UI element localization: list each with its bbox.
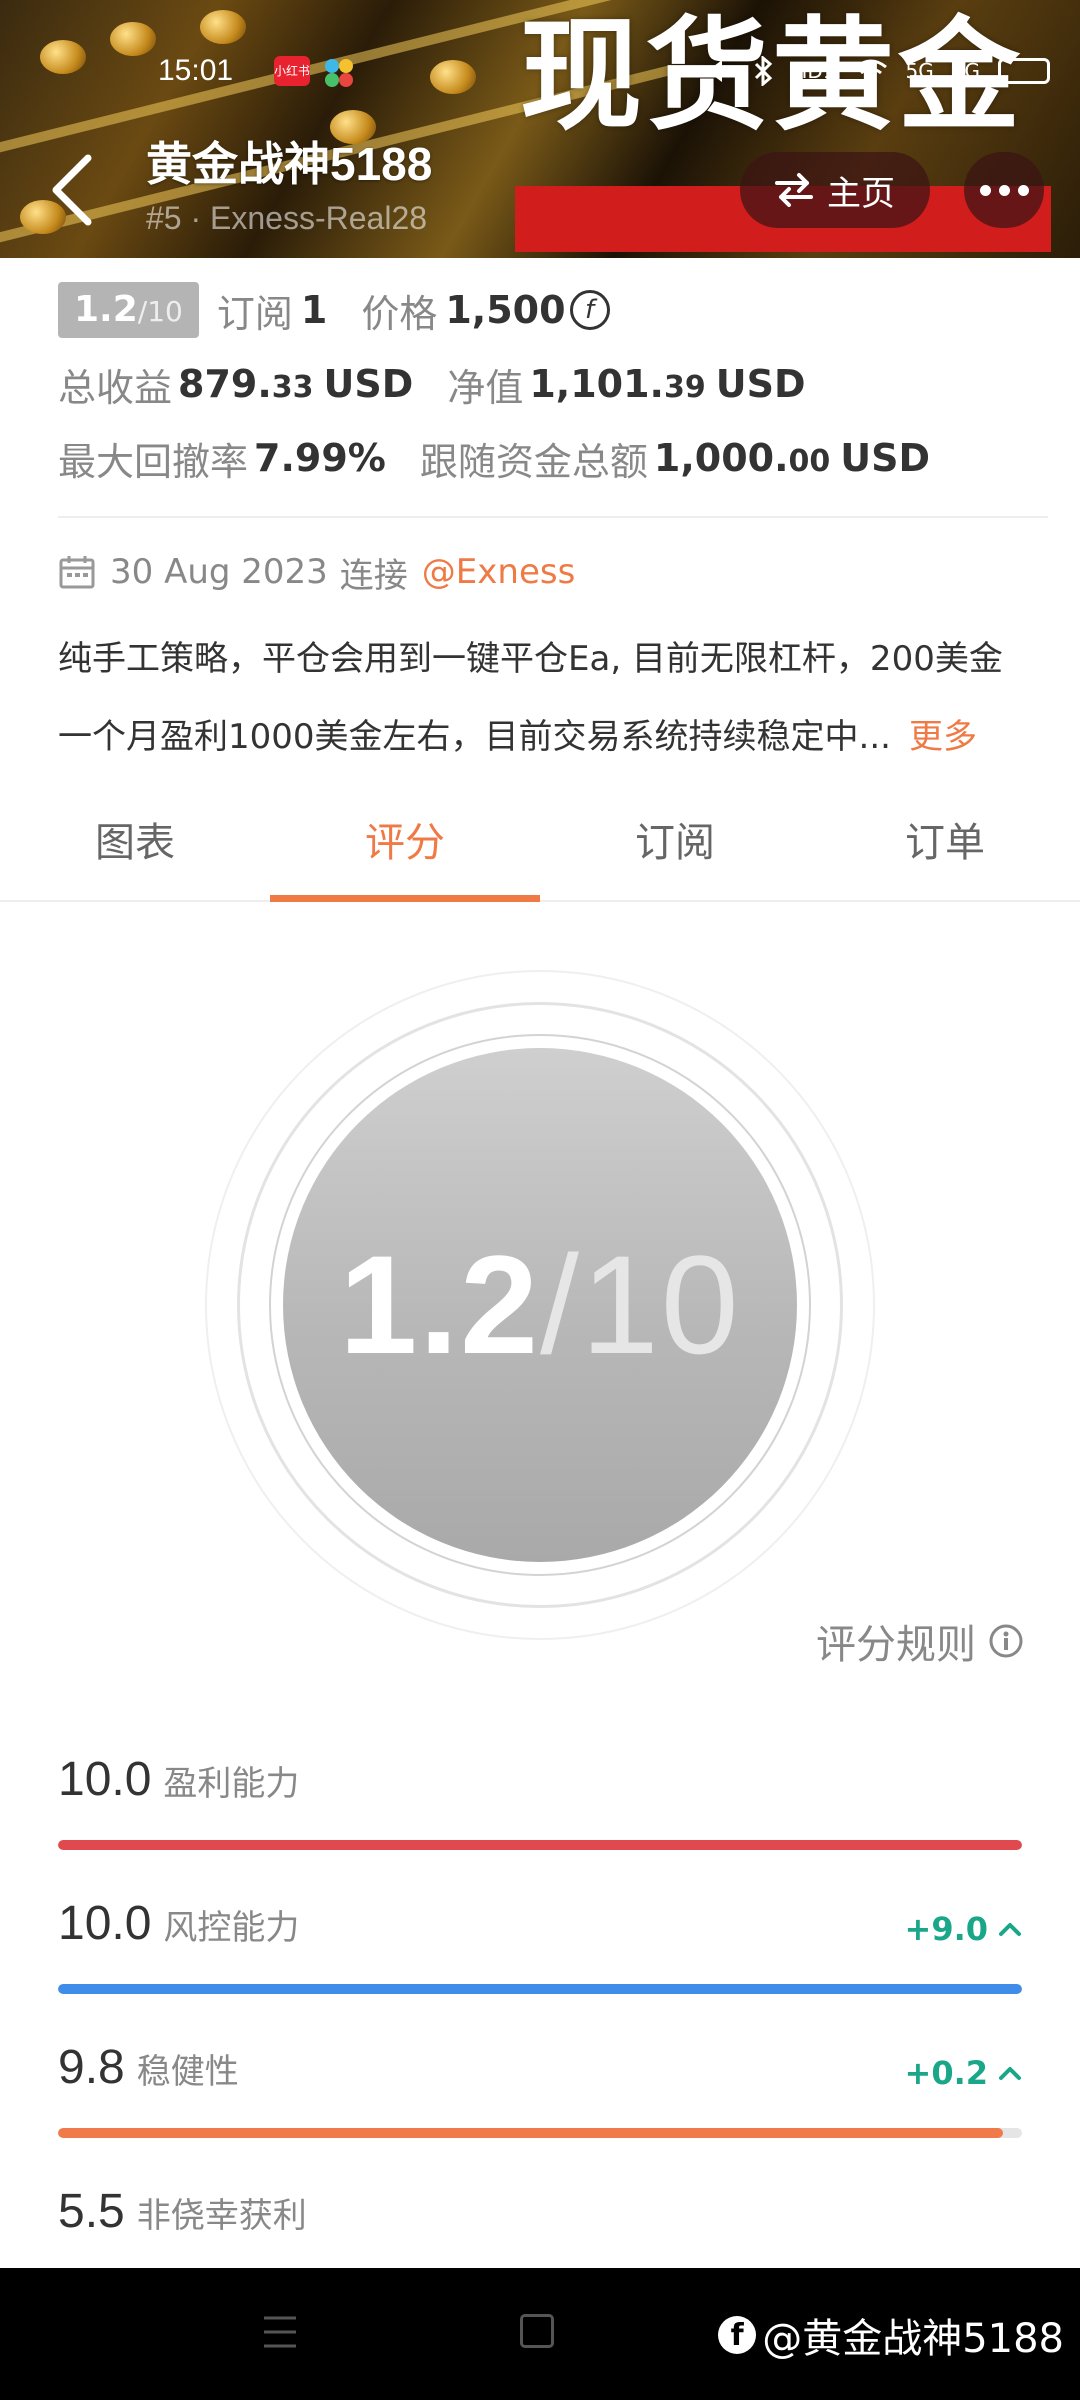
tab-subscribe[interactable]: 订阅 bbox=[540, 798, 810, 900]
metric-score: 10.0 bbox=[58, 1897, 152, 1950]
description-line: 纯手工策略，平仓会用到一键平仓Ea, 目前无限杠杆，200美金 bbox=[58, 639, 1003, 679]
divider bbox=[58, 516, 1048, 518]
mute-icon bbox=[708, 60, 723, 82]
equity-value: 1,101.39 bbox=[529, 362, 706, 406]
status-time: 15:01 bbox=[158, 54, 234, 87]
metric-bar bbox=[58, 1984, 1022, 1994]
metric-delta: +0.2 bbox=[905, 2054, 1023, 2092]
metric-risk-control: 10.0 风控能力 +9.0 bbox=[58, 1896, 1023, 1994]
tab-orders[interactable]: 订单 bbox=[810, 798, 1080, 900]
metric-score: 5.5 bbox=[58, 2185, 125, 2238]
more-options-button[interactable] bbox=[964, 152, 1044, 228]
broker-link[interactable]: @Exness bbox=[422, 552, 576, 592]
metric-stability: 9.8 稳健性 +0.2 bbox=[58, 2040, 1023, 2138]
status-icons: HD1 5G 4G bbox=[704, 56, 1050, 86]
profit-row: 总收益 879.33 USD 净值 1,101.39 USD bbox=[58, 354, 806, 414]
connection-date: 30 Aug 2023 bbox=[110, 552, 328, 592]
metric-label: 稳健性 bbox=[136, 2052, 239, 2092]
watermark-text: @黄金战神5188 bbox=[762, 2316, 1064, 2362]
home-nav-icon[interactable] bbox=[520, 2314, 554, 2348]
network-4g: 4G bbox=[951, 59, 980, 83]
subscribe-count: 1 bbox=[300, 288, 328, 332]
watermark: f @黄金战神5188 bbox=[718, 2306, 1064, 2364]
drawdown-value: 7.99% bbox=[254, 436, 386, 480]
xiaohongshu-icon: 小红书 bbox=[274, 56, 310, 86]
subscribe-label: 订阅 bbox=[216, 291, 293, 336]
tab-bar: 图表 评分 订阅 订单 bbox=[0, 798, 1080, 902]
recent-apps-icon[interactable] bbox=[262, 2312, 298, 2352]
score-badge-denominator: /10 bbox=[137, 295, 183, 328]
calendar-icon bbox=[59, 556, 95, 589]
drawdown-label: 最大回撤率 bbox=[58, 439, 249, 484]
info-icon bbox=[989, 1624, 1023, 1658]
drawdown-row: 最大回撤率 7.99% 跟随资金总额 1,000.00 USD bbox=[58, 428, 930, 488]
home-button-label: 主页 bbox=[827, 173, 895, 214]
score-badge-value: 1.2 bbox=[74, 289, 138, 330]
facebook-icon: f bbox=[718, 2316, 757, 2354]
score-badge: 1.2 /10 bbox=[58, 282, 199, 338]
metric-non-luck-profit: 5.5 非侥幸获利 bbox=[58, 2184, 1022, 2244]
score-circle: 1.2/10 bbox=[283, 1048, 797, 1562]
back-arrow-icon[interactable] bbox=[44, 150, 104, 230]
network-5g: 5G bbox=[905, 59, 934, 83]
metric-score: 9.8 bbox=[58, 2041, 125, 2094]
status-bar: 15:01 小红书 HD1 5G 4G bbox=[0, 50, 1080, 96]
home-button[interactable]: 主页 bbox=[740, 152, 930, 228]
price-label: 价格 bbox=[361, 291, 438, 336]
summary-row: 1.2 /10 订阅 1 价格 1,500 f bbox=[58, 280, 610, 340]
dot-icon bbox=[1017, 184, 1029, 196]
rating-rules-label: 评分规则 bbox=[816, 1622, 976, 1668]
follow-funds-label: 跟随资金总额 bbox=[419, 439, 648, 484]
metric-profitability: 10.0 盈利能力 bbox=[58, 1752, 1022, 1850]
wifi-icon bbox=[854, 59, 887, 81]
price-value: 1,500 bbox=[445, 288, 566, 332]
more-link[interactable]: 更多 bbox=[909, 717, 977, 757]
metric-delta: +9.0 bbox=[905, 1910, 1023, 1948]
connect-label: 连接 bbox=[339, 555, 408, 596]
system-nav-bar: f @黄金战神5188 bbox=[0, 2268, 1080, 2400]
coin-icon: f bbox=[569, 290, 610, 330]
swap-icon bbox=[775, 173, 813, 207]
strategy-description: 纯手工策略，平仓会用到一键平仓Ea, 目前无限杠杆，200美金 一个月盈利100… bbox=[58, 620, 1048, 776]
metric-label: 风控能力 bbox=[163, 1908, 300, 1948]
profit-unit: USD bbox=[323, 362, 414, 406]
metric-label: 盈利能力 bbox=[163, 1764, 300, 1804]
equity-label: 净值 bbox=[447, 365, 524, 410]
score-dial: 1.2/10 bbox=[205, 970, 875, 1640]
equity-unit: USD bbox=[715, 362, 806, 406]
follow-funds-unit: USD bbox=[840, 436, 931, 480]
profit-label: 总收益 bbox=[58, 365, 173, 410]
hd-indicator: HD1 bbox=[792, 59, 836, 83]
banner-decoration bbox=[200, 10, 246, 44]
metric-score: 10.0 bbox=[58, 1753, 152, 1806]
tab-rating[interactable]: 评分 bbox=[270, 798, 540, 902]
metric-bar bbox=[58, 1840, 1022, 1850]
dot-icon bbox=[998, 184, 1010, 196]
header-banner: 现货黄金 15:01 小红书 HD1 5G 4G 黄金战神5188 #5 · E… bbox=[0, 0, 1080, 258]
connection-info: 30 Aug 2023 连接 @Exness bbox=[58, 546, 575, 598]
tab-chart[interactable]: 图表 bbox=[0, 798, 270, 900]
dot-icon bbox=[979, 184, 991, 196]
chevron-up-icon bbox=[999, 2067, 1021, 2080]
metric-bar-fill bbox=[58, 1840, 1022, 1850]
battery-icon bbox=[998, 58, 1050, 84]
rating-rules-link[interactable]: 评分规则 bbox=[816, 1612, 1024, 1670]
chevron-up-icon bbox=[999, 1923, 1021, 1936]
big-score: 1.2/10 bbox=[339, 1226, 741, 1383]
description-line: 一个月盈利1000美金左右，目前交易系统持续稳定中... 更多 bbox=[58, 717, 977, 757]
metric-label: 非侥幸获利 bbox=[136, 2196, 307, 2236]
account-subtitle: #5 · Exness-Real28 bbox=[146, 200, 428, 236]
page-title: 黄金战神5188 bbox=[146, 138, 433, 190]
app-notification-icon bbox=[325, 59, 353, 87]
metric-bar-fill bbox=[58, 2128, 1003, 2138]
profit-value: 879.33 bbox=[178, 362, 314, 406]
bluetooth-icon bbox=[755, 56, 773, 86]
follow-funds-value: 1,000.00 bbox=[653, 436, 831, 480]
metric-bar-fill bbox=[58, 1984, 1022, 1994]
metric-bar bbox=[58, 2128, 1022, 2138]
